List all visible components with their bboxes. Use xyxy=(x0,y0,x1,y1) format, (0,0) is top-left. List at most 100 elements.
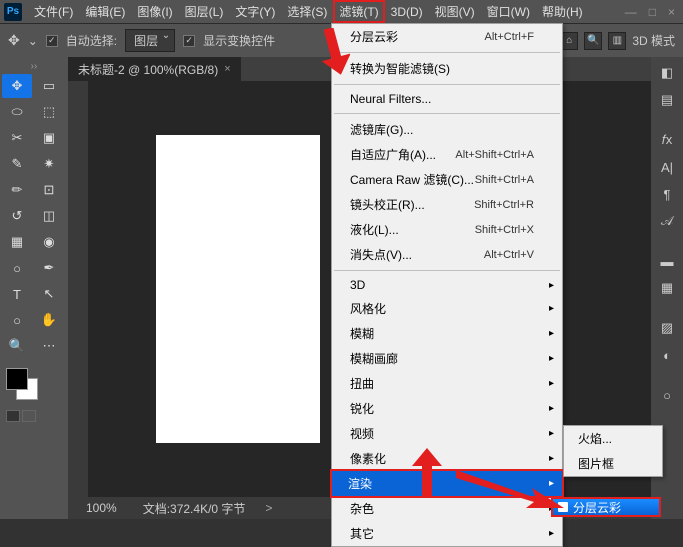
filter-vanishing[interactable]: 消失点(V)...Alt+Ctrl+V xyxy=(332,242,562,267)
screenmode-icon[interactable] xyxy=(22,410,36,422)
maximize-icon[interactable]: □ xyxy=(649,5,656,19)
filter-convert-smart[interactable]: 转换为智能滤镜(S) xyxy=(332,56,562,81)
tab-close-icon[interactable]: × xyxy=(224,63,230,75)
clouds-diff-button[interactable]: 分层云彩 xyxy=(551,497,661,517)
history-brush[interactable]: ↺ xyxy=(2,204,32,228)
marquee-tool[interactable]: ⬚ xyxy=(34,100,64,124)
render-flame[interactable]: 火焰... xyxy=(564,426,662,451)
filter-stylize[interactable]: 风格化 xyxy=(332,296,562,321)
clone-tool[interactable]: ⊡ xyxy=(34,178,64,202)
crop-tool[interactable]: ✂ xyxy=(2,126,32,150)
panel-char-icon[interactable]: A| xyxy=(655,155,679,179)
menu-file[interactable]: 文件(F) xyxy=(28,0,79,23)
minimize-icon[interactable]: — xyxy=(625,5,637,19)
menu-type[interactable]: 文字(Y) xyxy=(229,0,281,23)
ps-logo: Ps xyxy=(4,3,22,21)
blur-tool[interactable]: ◉ xyxy=(34,230,64,254)
filter-neural[interactable]: Neural Filters... xyxy=(332,88,562,110)
type-tool[interactable]: T xyxy=(2,282,32,306)
filter-other[interactable]: 其它 xyxy=(332,521,562,546)
panel-glyph-icon[interactable]: 𝒜 xyxy=(655,209,679,233)
filter-last-label: 分层云彩 xyxy=(350,28,398,45)
frame-tool[interactable]: ▣ xyxy=(34,126,64,150)
layer-dropdown[interactable]: 图层 xyxy=(125,29,175,52)
color-swatches[interactable] xyxy=(0,362,68,428)
filter-liquify[interactable]: 液化(L)...Shift+Ctrl+X xyxy=(332,217,562,242)
panel-paths-icon[interactable]: ▨ xyxy=(655,316,679,340)
pen-tool[interactable]: ✒ xyxy=(34,256,64,280)
filter-blur-gallery[interactable]: 模糊画廊 xyxy=(332,346,562,371)
canvas[interactable] xyxy=(156,135,320,443)
panel-icon[interactable]: ▥ xyxy=(608,32,626,50)
chevron-down-icon[interactable]: ⌄ xyxy=(28,34,38,48)
zoom-field[interactable]: 100% xyxy=(80,501,123,515)
lasso-tool[interactable]: ⬭ xyxy=(2,100,32,124)
gradient-tool[interactable]: ▦ xyxy=(2,230,32,254)
autosel-label: 自动选择: xyxy=(66,32,117,49)
ruler-vertical xyxy=(68,81,88,497)
menu-view[interactable]: 视图(V) xyxy=(429,0,481,23)
panel-para-icon[interactable]: ¶ xyxy=(655,182,679,206)
doc-tab-title: 未标题-2 @ 100%(RGB/8) xyxy=(78,61,218,78)
filter-gallery[interactable]: 滤镜库(G)... xyxy=(332,117,562,142)
foreground-color[interactable] xyxy=(6,368,28,390)
menu-separator xyxy=(334,84,560,85)
search-icon[interactable]: 🔍 xyxy=(584,32,602,50)
filter-last-shortcut: Alt+Ctrl+F xyxy=(484,31,534,43)
close-icon[interactable]: × xyxy=(668,5,675,19)
move-tool[interactable]: ✥ xyxy=(2,74,32,98)
menu-select[interactable]: 选择(S) xyxy=(281,0,333,23)
shape-tool[interactable]: ○ xyxy=(2,308,32,332)
filter-lens[interactable]: 镜头校正(R)...Shift+Ctrl+R xyxy=(332,192,562,217)
quickmask-icon[interactable] xyxy=(6,410,20,422)
brush-tool[interactable]: ✏ xyxy=(2,178,32,202)
panel-color-icon[interactable]: ◧ xyxy=(655,61,679,85)
panel-libraries-icon[interactable]: ○ xyxy=(655,383,679,407)
menu-image[interactable]: 图像(I) xyxy=(131,0,178,23)
menu-layer[interactable]: 图层(L) xyxy=(179,0,230,23)
edit-toolbar[interactable]: ⋯ xyxy=(34,334,64,358)
filter-distort[interactable]: 扭曲 xyxy=(332,371,562,396)
menu-filter[interactable]: 滤镜(T) xyxy=(333,0,384,23)
filter-sharpen[interactable]: 锐化 xyxy=(332,396,562,421)
panel-channels-icon[interactable]: ▦ xyxy=(655,276,679,300)
status-expand-icon[interactable]: > xyxy=(265,501,272,515)
panel-swatches-icon[interactable]: ▤ xyxy=(655,88,679,112)
menubar[interactable]: Ps 文件(F) 编辑(E) 图像(I) 图层(L) 文字(Y) 选择(S) 滤… xyxy=(0,0,683,23)
artboard-tool[interactable]: ▭ xyxy=(34,74,64,98)
panel-adjust-icon[interactable]: ◐ xyxy=(655,343,679,367)
panel-fx-icon[interactable]: 𝑓x xyxy=(655,128,679,152)
menu-edit[interactable]: 编辑(E) xyxy=(79,0,131,23)
menu-3d[interactable]: 3D(D) xyxy=(385,2,429,22)
menu-window[interactable]: 窗口(W) xyxy=(481,0,536,23)
home-icon[interactable]: ⌂ xyxy=(560,32,578,50)
filter-camera-raw[interactable]: Camera Raw 滤镜(C)...Shift+Ctrl+A xyxy=(332,167,562,192)
toolbox-grip[interactable]: ›› xyxy=(2,61,66,72)
menu-help[interactable]: 帮助(H) xyxy=(536,0,589,23)
render-pictureframe[interactable]: 图片框 xyxy=(564,451,662,476)
zoom-tool[interactable]: 🔍 xyxy=(2,334,32,358)
eyedropper-tool[interactable]: ✎ xyxy=(2,152,32,176)
mode-3d-label: 3D 模式 xyxy=(632,32,675,49)
hand-tool[interactable]: ✋ xyxy=(34,308,64,332)
dodge-tool[interactable]: ○ xyxy=(2,256,32,280)
panel-layers-icon[interactable]: ▬ xyxy=(655,249,679,273)
filter-render[interactable]: 渲染 xyxy=(330,469,564,498)
healing-tool[interactable]: ✷ xyxy=(34,152,64,176)
menu-separator xyxy=(334,113,560,114)
filter-pixelate[interactable]: 像素化 xyxy=(332,446,562,471)
filter-blur[interactable]: 模糊 xyxy=(332,321,562,346)
filter-last[interactable]: 分层云彩 Alt+Ctrl+F xyxy=(332,24,562,49)
path-tool[interactable]: ↖ xyxy=(34,282,64,306)
doc-tab-active[interactable]: 未标题-2 @ 100%(RGB/8) × xyxy=(68,57,241,82)
menu-separator xyxy=(334,270,560,271)
eraser-tool[interactable]: ◫ xyxy=(34,204,64,228)
filter-noise[interactable]: 杂色 xyxy=(332,496,562,521)
transform-checkbox[interactable]: ✓ xyxy=(183,35,195,47)
filter-video[interactable]: 视频 xyxy=(332,421,562,446)
filter-adaptive[interactable]: 自适应广角(A)...Alt+Shift+Ctrl+A xyxy=(332,142,562,167)
move-tool-icon[interactable]: ✥ xyxy=(8,32,20,49)
filter-3d[interactable]: 3D xyxy=(332,274,562,296)
menu-separator xyxy=(334,52,560,53)
autosel-checkbox[interactable]: ✓ xyxy=(46,35,58,47)
